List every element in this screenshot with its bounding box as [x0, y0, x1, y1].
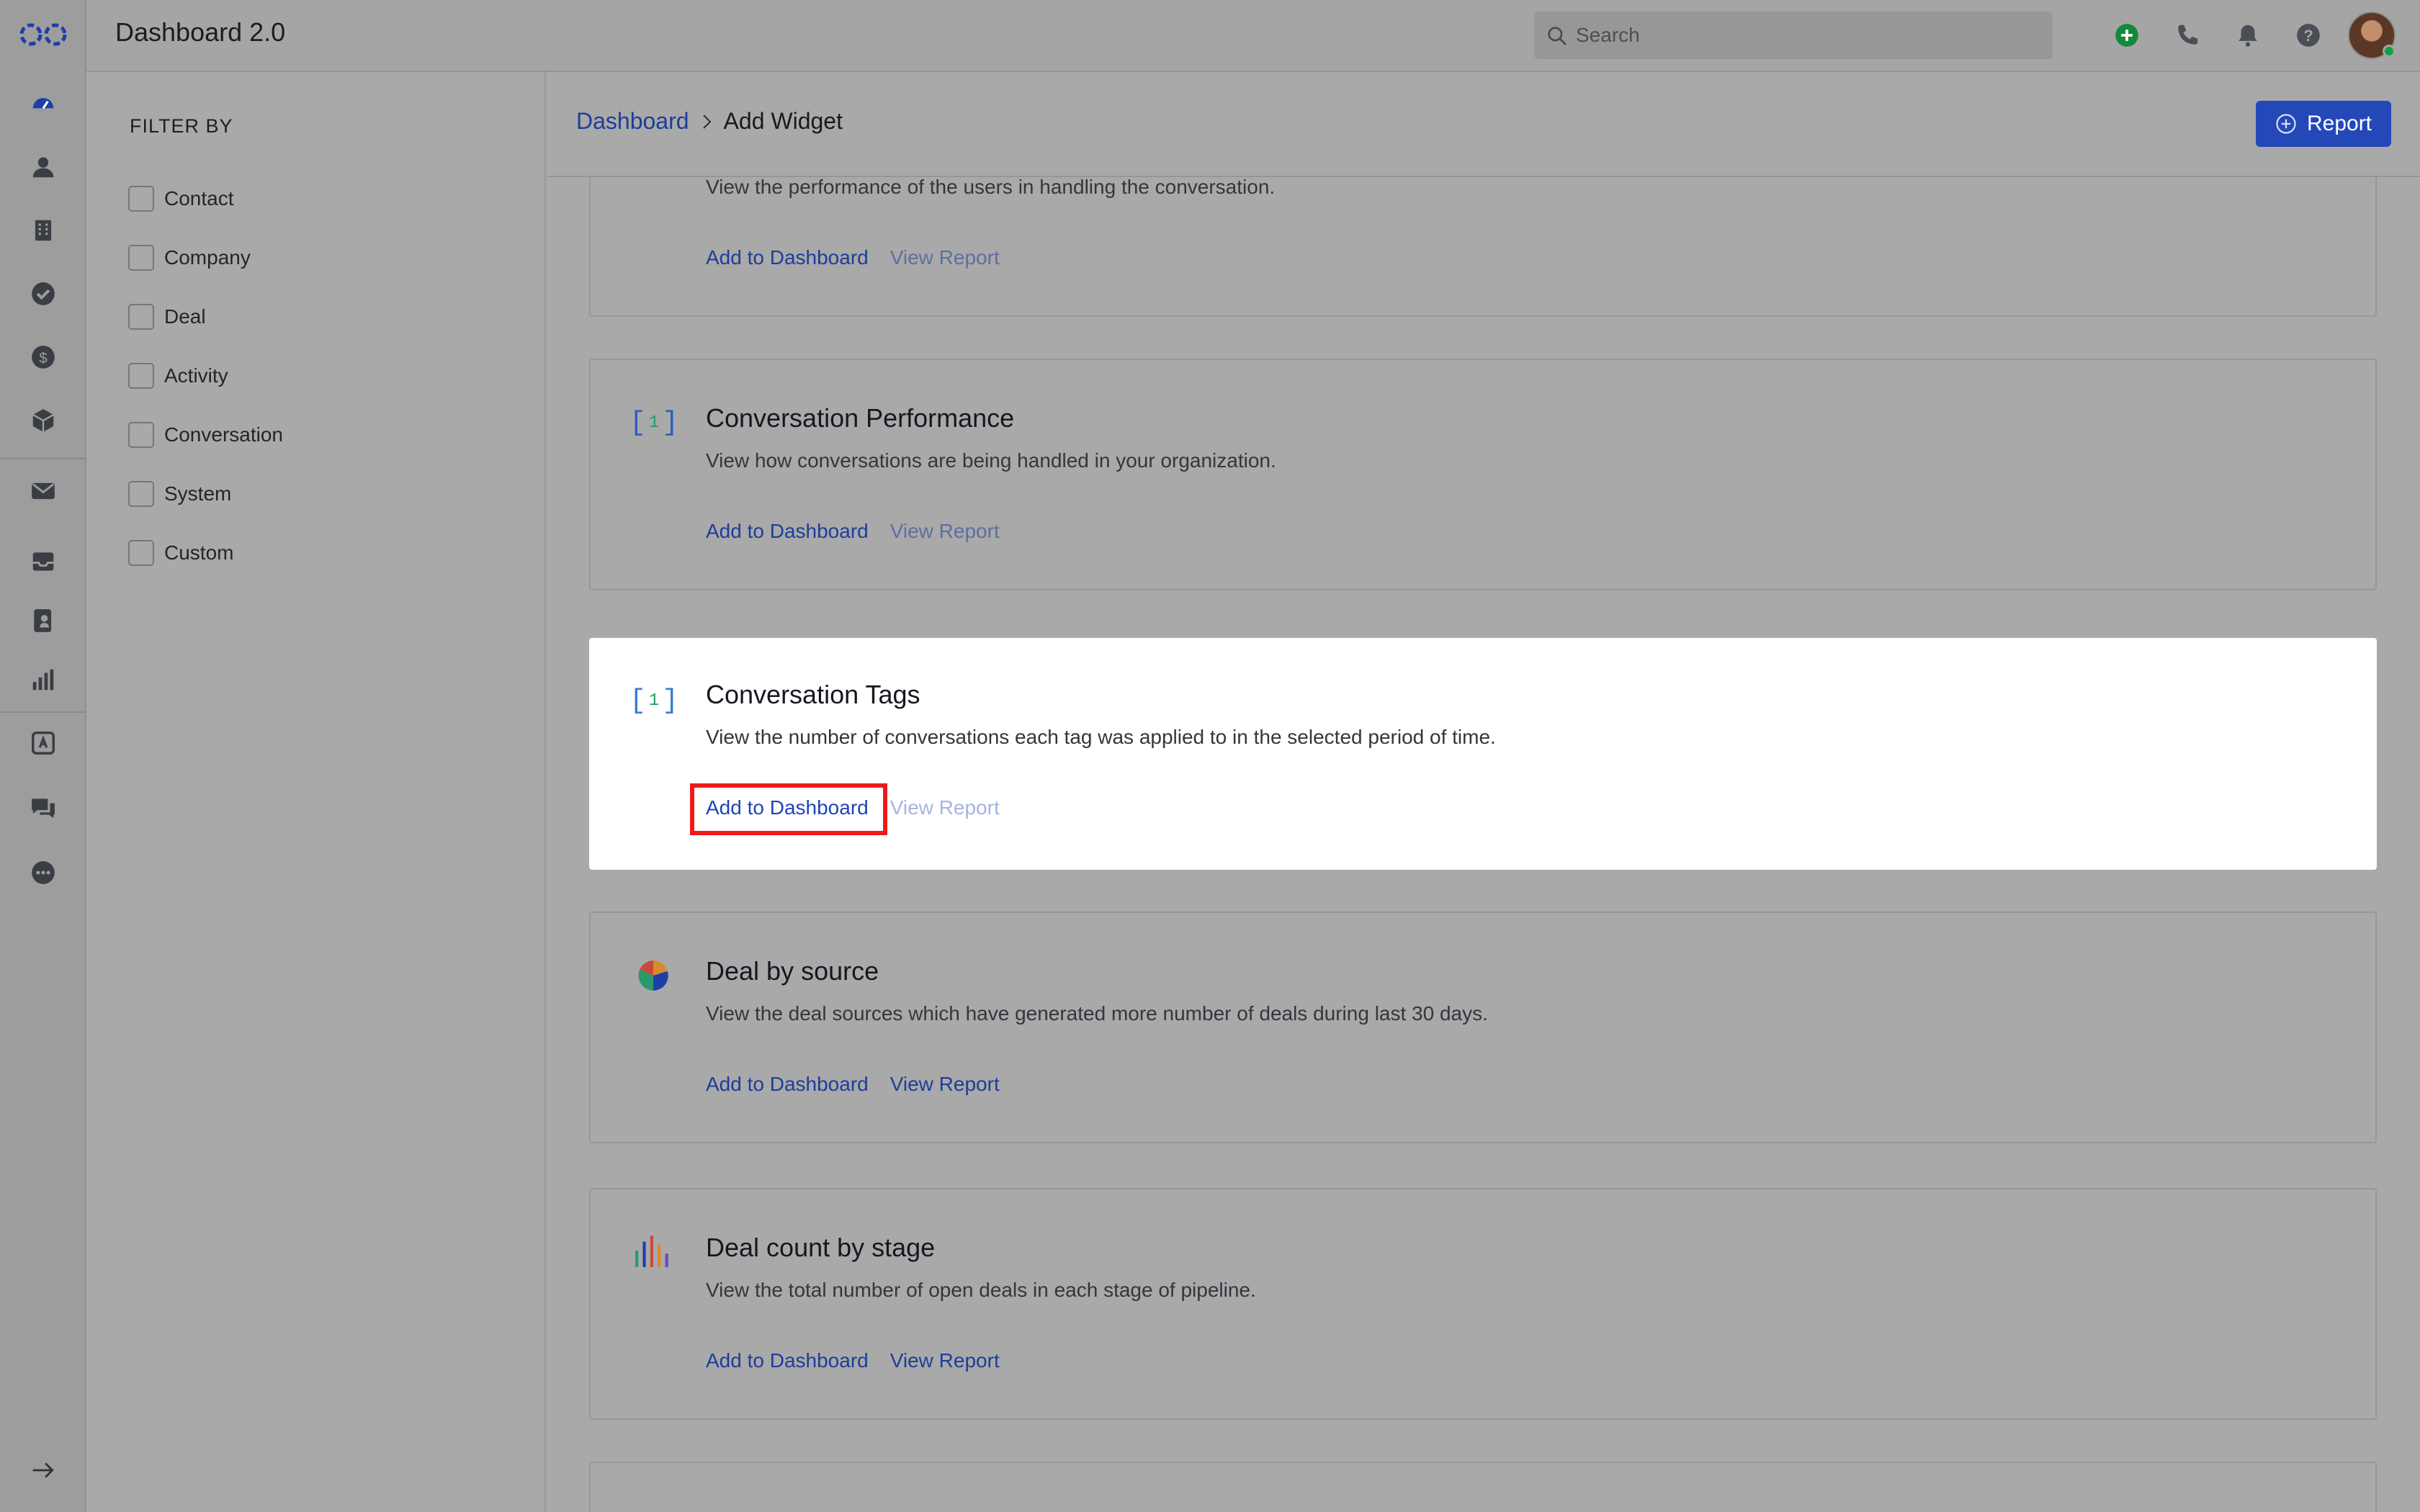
checkbox[interactable] [128, 304, 154, 330]
contacts-icon[interactable] [26, 150, 60, 184]
filter-panel: FILTER BY Contact Company Deal Activity … [86, 72, 546, 1512]
view-report-link[interactable]: View Report [890, 246, 1000, 269]
widget-card: [1] Conversation Performance View how co… [589, 359, 2377, 590]
widget-description: View the total number of open deals in e… [706, 1279, 1256, 1301]
search-box[interactable] [1534, 12, 2053, 59]
widget-description: View how conversations are being handled… [706, 449, 1276, 472]
reports-icon[interactable] [26, 662, 60, 697]
breadcrumb: Dashboard Add Widget [576, 108, 843, 135]
add-report-button[interactable]: Report [2256, 101, 2391, 147]
view-report-link[interactable]: View Report [890, 520, 1000, 543]
add-to-dashboard-link[interactable]: Add to Dashboard [706, 1349, 869, 1372]
filter-option-system[interactable]: System [128, 480, 231, 508]
expand-arrow-icon[interactable] [26, 1453, 60, 1488]
deals-icon[interactable]: $ [26, 340, 60, 374]
filter-heading: FILTER BY [130, 115, 233, 137]
bracket-counter-icon: [1] [629, 407, 678, 438]
apps-icon[interactable] [26, 726, 60, 760]
filter-option-company[interactable]: Company [128, 243, 251, 272]
filter-option-conversation[interactable]: Conversation [128, 420, 283, 449]
widget-description: View the performance of the users in han… [706, 176, 1276, 198]
svg-text:$: $ [39, 350, 48, 366]
breadcrumb-current: Add Widget [723, 108, 843, 134]
bar-chart-icon [634, 1231, 673, 1270]
widget-title: Deal count by stage [706, 1233, 936, 1262]
mail-icon[interactable] [26, 474, 60, 508]
checkbox[interactable] [128, 540, 154, 566]
online-status-icon [2383, 45, 2396, 58]
inbox-icon[interactable] [26, 544, 60, 579]
help-icon[interactable]: ? [2293, 20, 2323, 50]
breadcrumb-dashboard-link[interactable]: Dashboard [576, 108, 689, 135]
widget-card [589, 1462, 2377, 1512]
checkbox[interactable] [128, 186, 154, 212]
highlight-box [690, 783, 887, 835]
phone-book-icon[interactable] [26, 603, 60, 638]
more-icon[interactable] [26, 855, 60, 890]
search-input[interactable] [1576, 12, 2037, 59]
notification-bell-icon[interactable] [2233, 20, 2263, 50]
chat-icon[interactable] [26, 791, 60, 825]
widget-card: Deal by source View the deal sources whi… [589, 912, 2377, 1143]
widget-title: Deal by source [706, 956, 879, 986]
app-logo-icon[interactable] [19, 19, 68, 50]
checkbox[interactable] [128, 245, 154, 271]
plus-circle-icon [2276, 114, 2296, 134]
user-avatar[interactable] [2348, 12, 2396, 59]
view-report-link[interactable]: View Report [890, 1073, 1000, 1096]
checkbox[interactable] [128, 422, 154, 448]
dashboard-icon[interactable] [26, 86, 60, 121]
filter-option-custom[interactable]: Custom [128, 539, 233, 567]
company-icon[interactable] [26, 213, 60, 248]
widget-card: Deal count by stage View the total numbe… [589, 1188, 2377, 1420]
view-report-link[interactable]: View Report [890, 796, 1000, 819]
search-icon [1548, 27, 1567, 45]
page-header: Dashboard Add Widget Report [547, 72, 2420, 177]
add-to-dashboard-link[interactable]: Add to Dashboard [706, 520, 869, 543]
svg-text:?: ? [2303, 27, 2313, 45]
icon-rail: $ [0, 0, 86, 1512]
products-icon[interactable] [26, 403, 60, 438]
view-report-link[interactable]: View Report [890, 1349, 1000, 1372]
chevron-right-icon [702, 114, 711, 129]
add-icon[interactable] [2112, 20, 2142, 50]
phone-icon[interactable] [2172, 20, 2202, 50]
widget-description: View the number of conversations each ta… [706, 726, 1496, 748]
bracket-counter-icon: [1] [629, 685, 678, 716]
app-title: Dashboard 2.0 [115, 17, 286, 47]
filter-option-contact[interactable]: Contact [128, 184, 234, 213]
widget-title: Conversation Tags [706, 680, 920, 709]
tasks-icon[interactable] [26, 276, 60, 311]
pie-chart-icon [634, 956, 673, 995]
widget-title: Conversation Performance [706, 403, 1015, 433]
filter-option-activity[interactable]: Activity [128, 361, 228, 390]
widget-description: View the deal sources which have generat… [706, 1002, 1488, 1025]
top-bar: Dashboard 2.0 ? [86, 0, 2420, 72]
checkbox[interactable] [128, 481, 154, 507]
checkbox[interactable] [128, 363, 154, 389]
add-to-dashboard-link[interactable]: Add to Dashboard [706, 246, 869, 269]
filter-option-deal[interactable]: Deal [128, 302, 206, 331]
add-to-dashboard-link[interactable]: Add to Dashboard [706, 1073, 869, 1096]
